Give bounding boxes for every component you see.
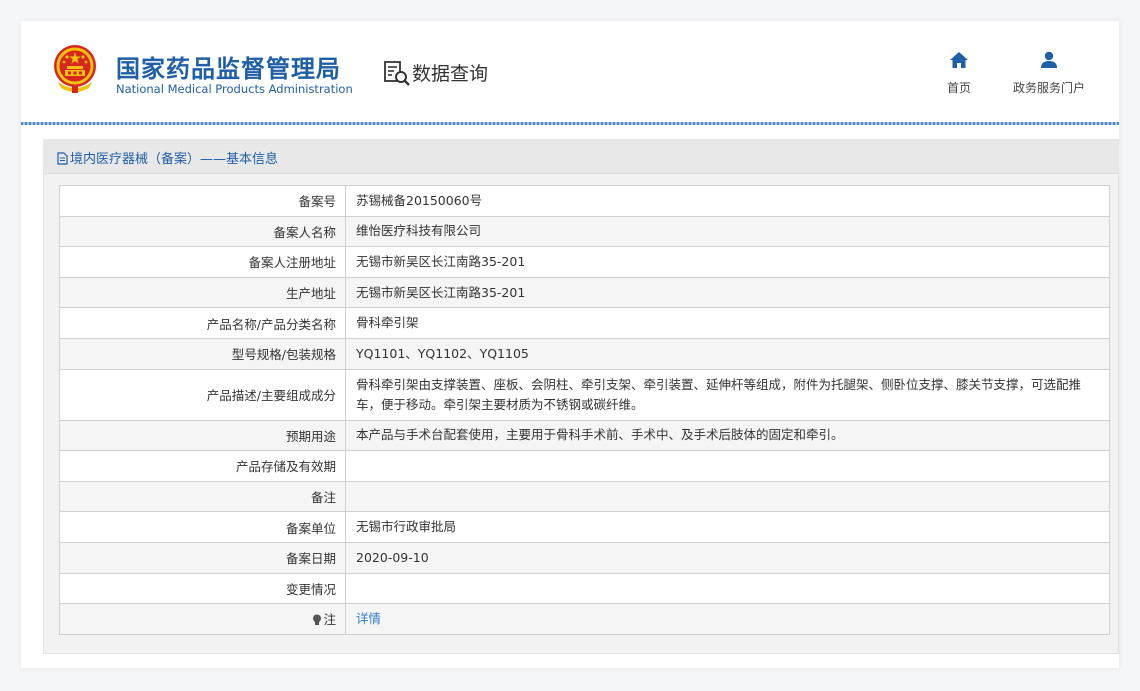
field-value-cell: YQ1101、YQ1102、YQ1105 xyxy=(345,337,1110,370)
field-value-cell: 骨科牵引架 xyxy=(345,307,1110,339)
field-value: 苏锡械备20150060号 xyxy=(356,192,483,208)
site-header: 国家药品监督管理局 National Medical Products Admi… xyxy=(21,21,1119,125)
table-row: 型号规格/包装规格 YQ1101、YQ1102、YQ1105 xyxy=(59,337,1110,370)
field-label: 注 xyxy=(323,612,336,628)
field-value-cell: 苏锡械备20150060号 xyxy=(345,185,1110,217)
field-label-cell: 备案号 xyxy=(59,185,346,217)
field-value: 骨科牵引架由支撑装置、座板、会阴柱、牵引支架、牵引装置、延伸杆等组成，附件为托腿… xyxy=(356,376,1082,412)
field-value-cell: 维怡医疗科技有限公司 xyxy=(345,215,1110,248)
field-label: 备案人名称 xyxy=(273,224,336,240)
field-value-cell xyxy=(345,450,1110,482)
field-value-cell xyxy=(345,480,1110,513)
record-detail-table: 备案号 苏锡械备20150060号 备案人名称 维怡医疗科技有限公司 备案人注册地址 无锡… xyxy=(59,185,1110,635)
table-row: 产品名称/产品分类名称 骨科牵引架 xyxy=(59,307,1110,339)
field-value-cell: 2020-09-10 xyxy=(345,541,1110,574)
table-row: 备案日期 2020-09-10 xyxy=(59,541,1110,574)
org-name-en: National Medical Products Administration xyxy=(116,82,353,96)
field-value: 无锡市行政审批局 xyxy=(356,519,457,535)
field-value-cell: 无锡市新吴区长江南路35-201 xyxy=(345,276,1110,309)
nav-gov-portal-label: 政务服务门户 xyxy=(1012,81,1085,95)
field-value: 本产品与手术台配套使用，主要用于骨科手术前、手术中、及手术后肢体的固定和牵引。 xyxy=(356,427,844,443)
table-row: 备案号 苏锡械备20150060号 xyxy=(59,185,1110,217)
field-value-cell: 无锡市行政审批局 xyxy=(345,511,1110,543)
field-value: 骨科牵引架 xyxy=(356,315,419,331)
field-label-cell: 备案单位 xyxy=(59,511,346,543)
table-row: 注 详情 xyxy=(59,603,1110,635)
field-value-cell xyxy=(345,572,1110,605)
field-label: 备注 xyxy=(310,490,336,506)
field-value: 维怡医疗科技有限公司 xyxy=(356,223,482,239)
header-divider xyxy=(21,122,1119,125)
field-label-cell: 预期用途 xyxy=(59,419,346,452)
field-label-cell: 注 xyxy=(59,603,346,635)
field-label: 备案日期 xyxy=(285,551,336,567)
section-header: 境内医疗器械（备案）——基本信息 xyxy=(43,139,1119,174)
field-label-cell: 备注 xyxy=(59,480,346,513)
nav-home-link[interactable]: 首页 xyxy=(939,51,979,96)
detail-panel: 备案号 苏锡械备20150060号 备案人名称 维怡医疗科技有限公司 备案人注册地址 无锡… xyxy=(43,174,1119,654)
field-label-cell: 备案人名称 xyxy=(59,215,346,248)
field-label-cell: 备案人注册地址 xyxy=(59,246,346,278)
field-label: 备案人注册地址 xyxy=(248,255,336,271)
field-label-cell: 产品名称/产品分类名称 xyxy=(59,307,346,339)
field-label-cell: 备案日期 xyxy=(59,541,346,574)
table-row: 产品存储及有效期 xyxy=(59,450,1110,482)
data-query-icon xyxy=(384,61,410,86)
field-value: 2020-09-10 xyxy=(356,549,429,565)
section-title-text: 境内医疗器械（备案）——基本信息 xyxy=(70,152,279,167)
field-label: 产品描述/主要组成成分 xyxy=(206,388,336,404)
nav-home-label: 首页 xyxy=(946,81,971,95)
field-label: 备案号 xyxy=(298,194,336,210)
bulb-icon xyxy=(313,614,322,626)
table-row: 预期用途 本产品与手术台配套使用，主要用于骨科手术前、手术中、及手术后肢体的固定和… xyxy=(59,419,1110,452)
field-label: 生产地址 xyxy=(285,286,336,302)
section-title: 境内医疗器械（备案）——基本信息 xyxy=(57,148,278,167)
field-label-cell: 产品存储及有效期 xyxy=(59,450,346,482)
table-row: 备案单位 无锡市行政审批局 xyxy=(59,511,1110,543)
field-value-cell: 本产品与手术台配套使用，主要用于骨科手术前、手术中、及手术后肢体的固定和牵引。 xyxy=(345,419,1110,452)
home-icon xyxy=(950,52,968,68)
field-label-cell: 型号规格/包装规格 xyxy=(59,337,346,370)
field-label: 备案单位 xyxy=(285,520,336,536)
table-row: 变更情况 xyxy=(59,572,1110,605)
table-row: 生产地址 无锡市新吴区长江南路35-201 xyxy=(59,276,1110,309)
field-label: 型号规格/包装规格 xyxy=(231,347,336,363)
field-value: YQ1101、YQ1102、YQ1105 xyxy=(356,345,529,361)
table-row: 备案人注册地址 无锡市新吴区长江南路35-201 xyxy=(59,246,1110,278)
page-container: 国家药品监督管理局 National Medical Products Admi… xyxy=(21,21,1119,668)
field-label-cell: 生产地址 xyxy=(59,276,346,309)
national-emblem-logo xyxy=(54,45,96,93)
field-value-cell: 无锡市新吴区长江南路35-201 xyxy=(345,246,1110,278)
field-label: 变更情况 xyxy=(285,581,336,597)
details-link[interactable]: 详情 xyxy=(356,611,381,626)
field-value: 无锡市新吴区长江南路35-201 xyxy=(356,284,526,300)
field-label: 产品名称/产品分类名称 xyxy=(206,316,336,332)
field-label-cell: 变更情况 xyxy=(59,572,346,605)
nav-gov-portal-link[interactable]: 政务服务门户 xyxy=(1006,51,1092,96)
field-label-cell: 产品描述/主要组成成分 xyxy=(59,368,346,421)
field-value-cell: 详情 xyxy=(345,603,1110,635)
org-name-cn: 国家药品监督管理局 xyxy=(116,55,341,83)
document-icon xyxy=(57,152,68,165)
field-label: 产品存储及有效期 xyxy=(235,459,336,475)
data-query-title: 数据查询 xyxy=(412,63,489,85)
table-row: 备注 xyxy=(59,480,1110,513)
field-value: 无锡市新吴区长江南路35-201 xyxy=(356,253,526,269)
user-icon xyxy=(1041,51,1057,68)
field-value-cell: 骨科牵引架由支撑装置、座板、会阴柱、牵引支架、牵引装置、延伸杆等组成，附件为托腿… xyxy=(345,368,1110,421)
field-label: 预期用途 xyxy=(285,428,336,444)
table-row: 备案人名称 维怡医疗科技有限公司 xyxy=(59,215,1110,248)
table-row: 产品描述/主要组成成分 骨科牵引架由支撑装置、座板、会阴柱、牵引支架、牵引装置、延… xyxy=(59,368,1110,421)
